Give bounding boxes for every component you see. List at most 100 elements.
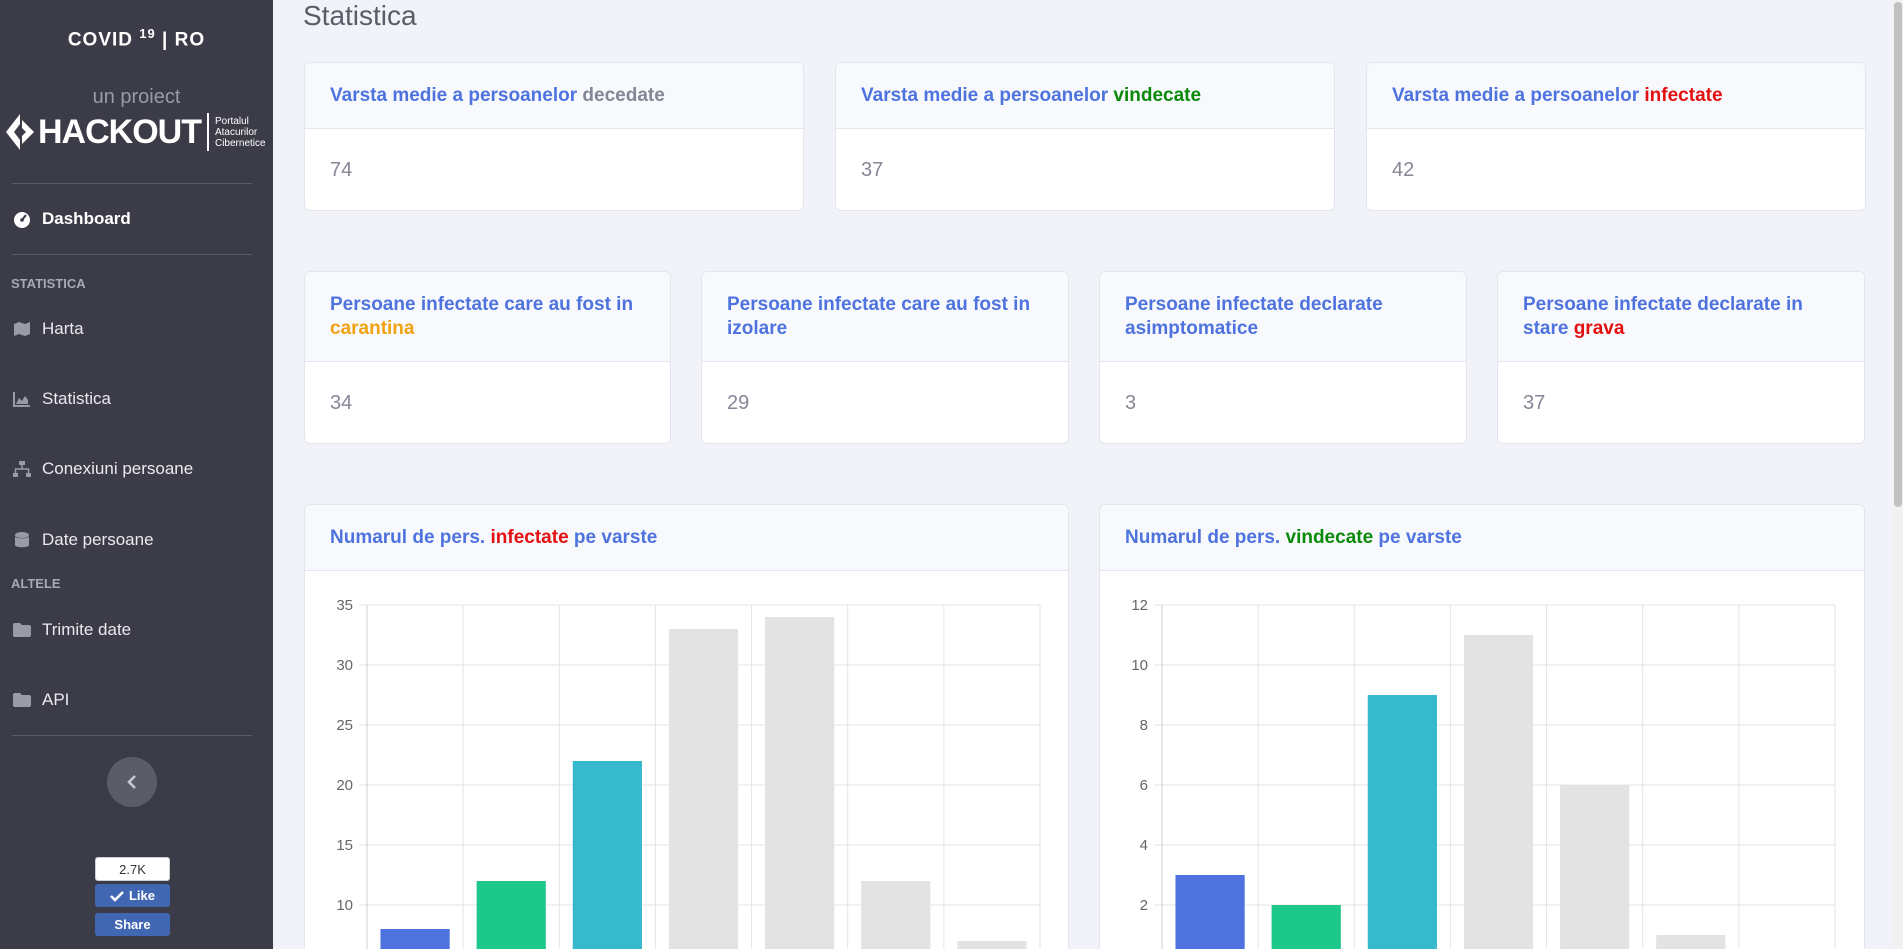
card-header: Persoane infectate care au fost in izola… (702, 272, 1068, 362)
bar (668, 629, 739, 949)
card-value: 37 (1523, 391, 1546, 414)
sidebar-item-label: Trimite date (42, 620, 132, 639)
card-header: Numarul de pers. vindecate pe varste (1100, 505, 1864, 571)
fb-like-button[interactable]: Like (95, 884, 170, 907)
card-title-highlight: grava (1573, 317, 1625, 339)
dashboard-gauge-icon (12, 209, 32, 229)
brand-name: COVID (67, 29, 134, 51)
card-title: Varsta medie a persoanelor (861, 84, 1114, 106)
stat-card-severe: Persoane infectate declarate in stare gr… (1497, 271, 1865, 444)
stat-card-avg-age-deceased: Varsta medie a persoanelor decedate 74 (304, 62, 804, 211)
logo-sub-line-3: Cibernetice (214, 137, 266, 149)
chart-title-highlight: infectate (490, 526, 569, 548)
map-icon (12, 319, 32, 339)
chart-title: Numarul de pers. (1125, 526, 1286, 548)
hackout-logo[interactable]: HACKOUT Portalul Atacurilor Cibernetice (6, 112, 266, 152)
fb-share-button[interactable]: Share (95, 913, 170, 936)
sitemap-icon (12, 459, 32, 479)
hackout-logo-icon (6, 114, 34, 150)
y-tick-label: 12 (1131, 597, 1148, 614)
y-tick-label: 8 (1140, 717, 1148, 734)
card-title: Persoane infectate declarate in stare (1523, 293, 1803, 339)
sidebar-toggle-button[interactable] (107, 757, 157, 807)
page-scrollbar[interactable] (1893, 0, 1903, 949)
fb-like-count: 2.7K (95, 857, 170, 881)
chart-title-suffix: pe varste (568, 526, 658, 548)
sidebar-item-api[interactable]: API (12, 688, 69, 712)
brand-sup: 19 (139, 26, 156, 41)
sidebar-item-statistica[interactable]: Statistica (12, 387, 111, 411)
chart-card-infected-by-age: Numarul de pers. infectate pe varste 35 3… (304, 504, 1069, 949)
chart-card-recovered-by-age: Numarul de pers. vindecate pe varste 12 1… (1099, 504, 1865, 949)
logo-sub-line-1: Portalul (214, 115, 249, 127)
card-header: Persoane infectate care au fost in caran… (305, 272, 670, 362)
y-tick-label: 10 (1131, 657, 1148, 674)
logo-separator (206, 113, 209, 151)
card-value: 42 (1392, 158, 1415, 181)
card-title-highlight: vindecate (1113, 84, 1202, 106)
page-title: Statistica (303, 0, 417, 31)
card-title: Persoane infectate care au fost in (330, 293, 634, 315)
card-title-highlight: carantina (330, 317, 415, 339)
scrollbar-thumb[interactable] (1894, 2, 1902, 507)
bar (1175, 875, 1245, 949)
y-tick-label: 20 (336, 777, 353, 794)
recovered-by-age-chart: 12 10 8 6 4 2 (1131, 597, 1836, 949)
y-tick-label: 35 (336, 597, 353, 614)
card-title: Persoane infectate care au fost in izola… (727, 293, 1031, 339)
card-title: Varsta medie a persoanelor (1392, 84, 1645, 106)
sidebar-item-harta[interactable]: Harta (12, 317, 84, 341)
chart-title: Numarul de pers. (330, 526, 491, 548)
sidebar: COVID 19 | RO un proiect HACKOUT Portalu… (0, 0, 273, 949)
stat-card-quarantine: Persoane infectate care au fost in caran… (304, 271, 671, 444)
bar (1656, 935, 1726, 949)
infected-by-age-chart: 35 30 25 20 15 10 (336, 597, 1041, 949)
sidebar-divider (12, 735, 252, 736)
sidebar-item-label: Conexiuni persoane (42, 459, 194, 478)
card-value: 29 (727, 391, 750, 414)
sidebar-item-trimite[interactable]: Trimite date (12, 618, 131, 642)
folder-icon (12, 620, 32, 640)
sidebar-item-label: Harta (42, 319, 84, 338)
card-value: 34 (330, 391, 353, 414)
sidebar-divider (12, 254, 252, 255)
brand-suffix: | RO (162, 29, 206, 51)
logo-subtitle: Portalul Atacurilor Cibernetice (215, 116, 266, 149)
sidebar-item-date[interactable]: Date persoane (12, 528, 154, 552)
sidebar-item-dashboard[interactable]: Dashboard (12, 207, 131, 231)
card-title-highlight: decedate (582, 84, 665, 106)
folder-icon (12, 690, 32, 710)
y-tick-label: 6 (1140, 777, 1148, 794)
card-value: 3 (1125, 391, 1137, 414)
area-chart-icon (12, 389, 32, 409)
y-tick-label: 2 (1140, 897, 1148, 914)
bar (957, 941, 1027, 949)
project-label: un proiect (92, 86, 181, 108)
y-tick-label: 15 (336, 837, 353, 854)
stat-card-avg-age-infected: Varsta medie a persoanelor infectate 42 (1366, 62, 1866, 211)
logo-sub-line-2: Atacurilor (214, 126, 258, 138)
brand-title[interactable]: COVID 19 | RO (0, 26, 273, 51)
database-icon (12, 530, 32, 550)
card-title: Persoane infectate declarate asimptomati… (1125, 293, 1383, 339)
sidebar-divider (12, 183, 252, 184)
y-tick-label: 4 (1140, 837, 1148, 854)
section-label-altele: ALTELE (11, 576, 61, 591)
bar (1463, 635, 1534, 949)
card-title: Varsta medie a persoanelor (330, 84, 583, 106)
card-value: 74 (330, 158, 353, 181)
section-label-statistica: STATISTICA (11, 276, 86, 291)
bar (1367, 695, 1437, 949)
checkmark-icon (110, 890, 124, 902)
chart-title-suffix: pe varste (1373, 526, 1462, 548)
card-header: Varsta medie a persoanelor vindecate (836, 63, 1334, 129)
stat-card-asymptomatic: Persoane infectate declarate asimptomati… (1099, 271, 1467, 444)
sidebar-item-label: Date persoane (42, 530, 154, 549)
sidebar-item-conexiuni[interactable]: Conexiuni persoane (12, 457, 193, 481)
bar (476, 881, 546, 949)
chart-title-highlight: vindecate (1285, 526, 1374, 548)
card-title-highlight: infectate (1644, 84, 1723, 106)
bar (380, 929, 450, 949)
card-header: Persoane infectate declarate in stare gr… (1498, 272, 1864, 362)
card-header: Varsta medie a persoanelor decedate (305, 63, 803, 129)
